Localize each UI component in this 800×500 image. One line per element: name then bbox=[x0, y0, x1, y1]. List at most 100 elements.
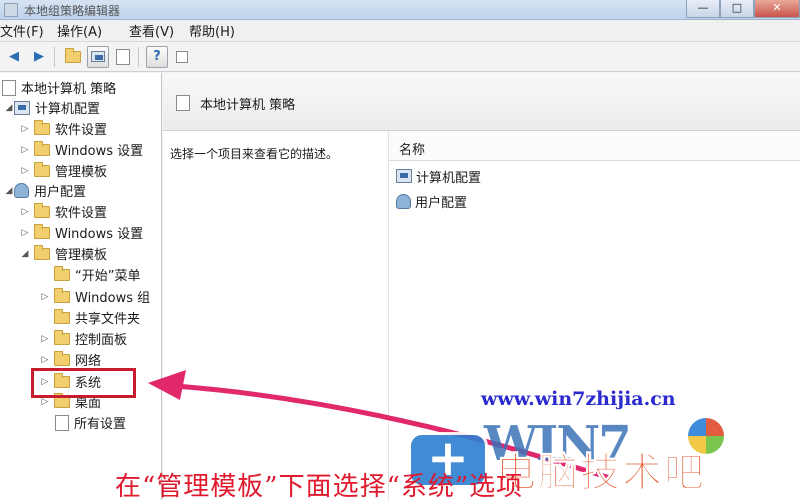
folder-icon bbox=[34, 161, 50, 177]
back-arrow-icon: ◀ bbox=[9, 49, 19, 64]
expand-icon[interactable]: ▷ bbox=[40, 292, 50, 302]
menu-action[interactable]: 操作(A) bbox=[57, 21, 119, 40]
user-icon bbox=[396, 193, 411, 209]
list-item-label: 用户配置 bbox=[415, 195, 468, 211]
tree-item-label: 网络 bbox=[75, 354, 102, 369]
user-icon bbox=[14, 183, 29, 198]
close-button[interactable]: ✕ bbox=[754, 0, 800, 18]
tree-item-all-settings[interactable]: 所有设置 bbox=[40, 412, 126, 433]
tree-item-windows-components[interactable]: ▷ Windows 组 bbox=[40, 286, 150, 307]
tree-item-label: 计算机配置 bbox=[35, 102, 101, 117]
expand-icon[interactable]: ▷ bbox=[20, 166, 30, 176]
export-list-button[interactable] bbox=[112, 46, 134, 68]
policy-icon bbox=[176, 95, 190, 111]
folder-up-icon bbox=[65, 47, 81, 63]
minimize-button[interactable]: — bbox=[686, 0, 720, 18]
collapse-icon[interactable]: ◢ bbox=[20, 249, 30, 259]
list-item-user-config[interactable]: 用户配置 bbox=[396, 190, 467, 212]
folder-icon bbox=[34, 223, 50, 239]
list-item-computer-config[interactable]: 计算机配置 bbox=[396, 165, 481, 187]
tree-item-label: “开始”菜单 bbox=[75, 269, 141, 284]
watermark-url: www.win7zhijia.cn bbox=[481, 388, 676, 410]
expand-icon[interactable]: ▷ bbox=[20, 124, 30, 134]
window-title: 本地组策略编辑器 bbox=[24, 4, 121, 18]
tree-item-software-settings[interactable]: ▷ 软件设置 bbox=[20, 118, 107, 139]
expand-icon[interactable]: ▷ bbox=[40, 397, 50, 407]
tree-item-label: Windows 设置 bbox=[55, 227, 144, 242]
tree-item-label: 软件设置 bbox=[55, 123, 108, 138]
show-hide-tree-button[interactable] bbox=[87, 45, 109, 68]
folder-icon bbox=[54, 287, 70, 303]
title-bar: 本地组策略编辑器 — □ ✕ bbox=[0, 0, 800, 20]
folder-icon bbox=[34, 244, 50, 260]
expand-icon[interactable]: ▷ bbox=[20, 207, 30, 217]
tree-item-label: 共享文件夹 bbox=[75, 312, 141, 327]
column-header-name[interactable]: 名称 bbox=[389, 131, 800, 161]
back-button[interactable]: ◀ bbox=[3, 46, 25, 68]
folder-icon bbox=[34, 140, 50, 156]
help-icon: ? bbox=[153, 49, 161, 64]
tree-item-label: 本地计算机 策略 bbox=[21, 82, 117, 97]
console-tree[interactable]: 本地计算机 策略 ◢ 计算机配置 ▷ 软件设置 ▷ Windows 设置 ▷ 管… bbox=[0, 73, 162, 500]
brand-text: 电脑技术吧 bbox=[496, 450, 706, 497]
window-controls: — □ ✕ bbox=[686, 0, 800, 20]
folder-icon bbox=[34, 202, 50, 218]
folder-icon bbox=[54, 329, 70, 345]
tree-item-label: Windows 设置 bbox=[55, 144, 144, 159]
tree-item-network[interactable]: ▷ 网络 bbox=[40, 349, 101, 370]
collapse-icon[interactable]: ◢ bbox=[4, 186, 14, 196]
properties-icon bbox=[176, 50, 188, 63]
tree-item-shared-folders[interactable]: 共享文件夹 bbox=[40, 307, 140, 328]
folder-icon bbox=[34, 119, 50, 135]
tree-item-user-windows-settings[interactable]: ▷ Windows 设置 bbox=[20, 222, 143, 243]
tree-item-computer-config[interactable]: ◢ 计算机配置 bbox=[4, 97, 100, 118]
column-header-label: 名称 bbox=[399, 143, 426, 158]
forward-button[interactable]: ▶ bbox=[28, 46, 50, 68]
tree-item-label: 用户配置 bbox=[34, 185, 87, 200]
tree-item-label: 控制面板 bbox=[75, 333, 128, 348]
tree-item-label: 所有设置 bbox=[74, 417, 127, 432]
tree-item-windows-settings[interactable]: ▷ Windows 设置 bbox=[20, 139, 143, 160]
computer-icon bbox=[14, 100, 30, 115]
tree-item-user-admin-templates[interactable]: ◢ 管理模板 bbox=[20, 243, 107, 264]
app-icon bbox=[4, 3, 18, 17]
folder-icon bbox=[54, 350, 70, 366]
forward-arrow-icon: ▶ bbox=[34, 49, 44, 64]
all-settings-icon bbox=[55, 414, 69, 431]
system-highlight-box bbox=[31, 368, 136, 398]
expand-icon[interactable]: ▷ bbox=[40, 355, 50, 365]
tree-item-label: 软件设置 bbox=[55, 206, 108, 221]
collapse-icon[interactable]: ◢ bbox=[4, 103, 14, 113]
properties-button[interactable] bbox=[171, 46, 193, 68]
up-folder-button[interactable] bbox=[62, 46, 84, 68]
expand-icon[interactable]: ▷ bbox=[20, 145, 30, 155]
expand-icon[interactable]: ▷ bbox=[40, 334, 50, 344]
tree-item-control-panel[interactable]: ▷ 控制面板 bbox=[40, 328, 127, 349]
tree-item-user-software-settings[interactable]: ▷ 软件设置 bbox=[20, 201, 107, 222]
tree-item-start-menu[interactable]: “开始”菜单 bbox=[40, 264, 140, 285]
policy-icon bbox=[2, 79, 16, 96]
details-title: 本地计算机 策略 bbox=[200, 98, 296, 113]
expand-icon[interactable]: ▷ bbox=[20, 228, 30, 238]
toolbar: ◀ ▶ ? bbox=[0, 42, 800, 72]
details-header: 本地计算机 策略 bbox=[163, 73, 800, 131]
menu-help[interactable]: 帮助(H) bbox=[189, 21, 249, 40]
menu-view[interactable]: 查看(V) bbox=[129, 21, 189, 40]
help-button[interactable]: ? bbox=[146, 45, 168, 68]
column-divider bbox=[388, 131, 389, 500]
computer-icon bbox=[396, 169, 412, 183]
list-item-label: 计算机配置 bbox=[416, 170, 482, 186]
tree-item-label: Windows 组 bbox=[75, 291, 151, 306]
tree-item-root[interactable]: 本地计算机 策略 bbox=[2, 77, 116, 98]
tree-item-user-config[interactable]: ◢ 用户配置 bbox=[4, 180, 86, 201]
tree-item-label: 管理模板 bbox=[55, 248, 108, 263]
menu-file[interactable]: 文件(F) bbox=[0, 21, 45, 40]
menu-bar: 文件(F) 操作(A) 查看(V) 帮助(H) bbox=[0, 20, 800, 42]
tree-item-label: 管理模板 bbox=[55, 165, 108, 180]
folder-icon bbox=[54, 265, 70, 281]
folder-icon bbox=[54, 308, 70, 324]
console-tree-icon bbox=[91, 51, 105, 62]
tree-item-admin-templates[interactable]: ▷ 管理模板 bbox=[20, 160, 107, 181]
maximize-button[interactable]: □ bbox=[720, 0, 754, 18]
toolbar-separator bbox=[138, 46, 139, 67]
